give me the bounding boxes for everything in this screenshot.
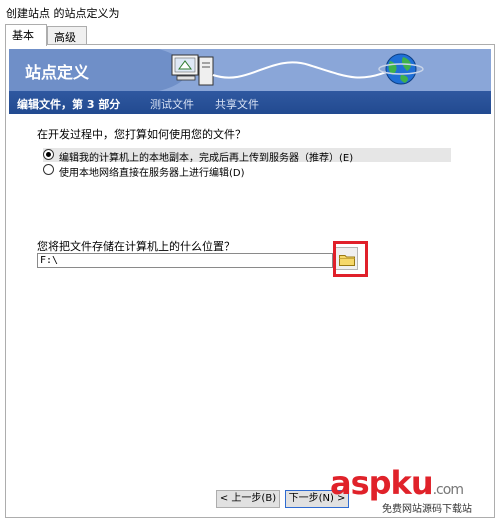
tab-strip: 基本 高级 xyxy=(0,24,500,46)
option-local-copy[interactable]: 编辑我的计算机上的本地副本，完成后再上传到服务器（推荐）(E) xyxy=(43,148,451,164)
local-folder-field[interactable]: F:\ xyxy=(37,253,333,268)
back-button[interactable]: < 上一步(B) xyxy=(216,490,280,508)
window-title: 创建站点 的站点定义为 xyxy=(6,7,120,20)
title-bar: 创建站点 的站点定义为 xyxy=(0,0,500,24)
step-edit-files: 编辑文件，第 3 部分 xyxy=(17,98,121,111)
radio-local-copy[interactable] xyxy=(43,149,54,160)
wizard-step-bar: 编辑文件，第 3 部分 测试文件 共享文件 xyxy=(9,91,491,114)
banner-title: 站点定义 xyxy=(25,63,90,82)
watermark-subtitle: 免费网站源码下载站 xyxy=(382,504,472,515)
option-network-edit-label: 使用本地网络直接在服务器上进行编辑(D) xyxy=(59,168,245,179)
watermark-logo: aspku.com xyxy=(330,464,464,502)
radio-network-edit[interactable] xyxy=(43,164,54,175)
tab-panel xyxy=(5,44,495,518)
step-test-files: 测试文件 xyxy=(150,98,194,111)
highlight-box xyxy=(333,241,368,277)
step-share-files: 共享文件 xyxy=(215,98,259,111)
wizard-banner: 站点定义 xyxy=(9,49,491,91)
option-local-copy-label: 编辑我的计算机上的本地副本，完成后再上传到服务器（推荐）(E) xyxy=(59,153,354,164)
tab-basic[interactable]: 基本 xyxy=(5,24,47,46)
tab-advanced[interactable]: 高级 xyxy=(47,26,87,45)
location-question: 您将把文件存储在计算机上的什么位置？ xyxy=(37,240,235,253)
editing-question: 在开发过程中，您打算如何使用您的文件？ xyxy=(37,128,246,141)
watermark: aspku.com 免费网站源码下载站 xyxy=(330,464,500,520)
option-network-edit[interactable]: 使用本地网络直接在服务器上进行编辑(D) xyxy=(43,163,451,179)
